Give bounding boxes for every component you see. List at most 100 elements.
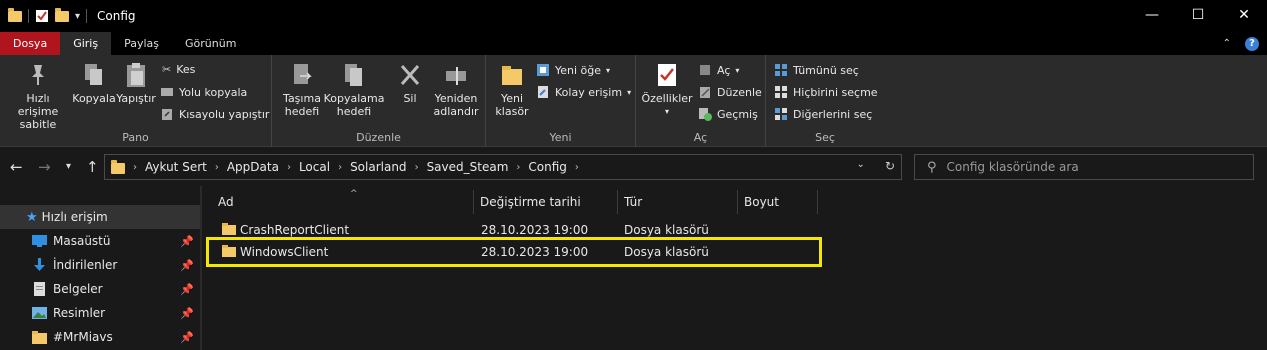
delete-button[interactable]: Sil [392,61,428,105]
search-box[interactable]: ⚲ Config klasöründe ara [914,154,1254,180]
open-button[interactable]: Aç ▾ [698,63,739,77]
new-item-button[interactable]: Yeni öğe ▾ [536,63,610,77]
edit-button[interactable]: Düzenle [698,85,762,99]
breadcrumb-item[interactable]: Config [528,160,567,174]
chevron-right-icon[interactable]: › [516,162,520,173]
copy-path-button[interactable]: Yolu kopyala [160,85,247,99]
recent-locations-button[interactable]: ▾ [66,161,71,172]
open-icon [700,65,710,75]
nav-item-mrmiavs[interactable]: #MrMiavs 📌 [0,325,200,349]
easy-access-icon [538,86,548,98]
nav-item-documents[interactable]: Belgeler 📌 [0,277,200,301]
chevron-right-icon[interactable]: › [287,162,291,173]
nav-item-desktop[interactable]: Masaüstü 📌 [0,229,200,253]
column-header-date[interactable]: Değiştirme tarihi [474,190,618,214]
tab-view[interactable]: Görünüm [172,32,249,55]
chevron-right-icon[interactable]: › [575,162,579,173]
breadcrumb-item[interactable]: Aykut Sert [145,160,207,174]
collapse-ribbon-icon[interactable]: ⌃ [1223,38,1231,49]
group-label-organize: Düzenle [356,131,401,144]
history-icon [699,108,712,121]
pin-icon[interactable]: 📌 [180,259,194,272]
chevron-down-icon: ▾ [664,107,669,116]
pin-quick-access-button[interactable]: Hızlı erişime sabitle [6,61,70,131]
move-to-button[interactable]: Taşıma hedefi [278,61,326,118]
folder-icon [8,7,22,22]
sort-ascending-icon: ^ [350,189,358,199]
properties-icon [658,64,676,86]
paste-shortcut-button[interactable]: Kısayolu yapıştır [160,107,269,121]
folder-icon [32,331,47,344]
breadcrumb-item[interactable]: Solarland [350,160,407,174]
column-header-name[interactable]: ^ Ad [212,189,474,214]
breadcrumb-item[interactable]: Local [299,160,330,174]
address-dropdown-icon[interactable]: ⌄ [857,159,865,173]
breadcrumb-item[interactable]: Saved_Steam [427,160,509,174]
new-item-icon [537,64,549,76]
rename-button[interactable]: Yeniden adlandır [430,61,482,118]
pin-icon[interactable]: 📌 [180,283,194,296]
documents-icon [34,282,45,296]
ribbon-tools: ⌃ ? [1223,32,1259,55]
desktop-icon [32,235,47,247]
help-icon[interactable]: ? [1245,36,1259,51]
maximize-button[interactable]: ☐ [1175,0,1221,30]
copy-button[interactable]: Kopyala [72,61,116,105]
file-type: Dosya klasörü [624,223,709,237]
new-folder-icon [502,66,522,85]
nav-label: Hızlı erişim [41,210,108,224]
invert-selection-button[interactable]: Diğerlerini seç [774,107,872,121]
cut-button[interactable]: ✂ Kes [162,63,195,76]
select-all-button[interactable]: Tümünü seç [774,63,859,77]
edit-label: Düzenle [717,85,762,99]
easy-access-label: Kolay erişim [555,85,623,99]
close-button[interactable]: ✕ [1221,0,1267,30]
folder-icon [222,223,236,235]
nav-label: İndirilenler [53,258,118,272]
new-folder-icon[interactable] [55,7,69,22]
address-bar[interactable]: › Aykut Sert › AppData › Local › Solarla… [104,154,902,180]
select-none-label: Hiçbirini seçme [793,85,878,99]
properties-icon[interactable] [35,9,49,23]
chevron-right-icon[interactable]: › [133,162,137,173]
tab-share[interactable]: Paylaş [111,32,172,55]
pin-icon[interactable]: 📌 [180,235,194,248]
pin-icon[interactable]: 📌 [180,331,194,344]
copy-to-button[interactable]: Kopyalama hedefi [324,61,384,118]
new-folder-button[interactable]: Yeni klasör [492,61,532,118]
customize-toolbar-icon[interactable]: ▾ [75,11,80,22]
history-label: Geçmiş [717,107,758,121]
highlight-annotation [206,237,822,267]
nav-item-downloads[interactable]: İndirilenler 📌 [0,253,200,277]
tab-file[interactable]: Dosya [0,32,61,55]
pin-icon[interactable]: 📌 [180,307,194,320]
column-header-size[interactable]: Boyut [738,190,818,214]
back-button[interactable]: ← [10,158,23,176]
new-item-label: Yeni öğe [555,63,602,77]
history-button[interactable]: Geçmiş [698,107,758,121]
search-input[interactable]: Config klasöründe ara [947,160,1079,174]
select-none-button[interactable]: Hiçbirini seçme [774,85,878,99]
tab-home[interactable]: Giriş [60,32,112,55]
chevron-right-icon[interactable]: › [215,162,219,173]
paste-button[interactable]: Yapıştır [116,61,156,105]
easy-access-button[interactable]: Kolay erişim ▾ [536,85,631,99]
nav-item-quick-access[interactable]: ★ Hızlı erişim [0,205,200,229]
column-header-type[interactable]: Tür [618,190,738,214]
breadcrumb-item[interactable]: AppData [227,160,279,174]
forward-button[interactable]: → [38,158,51,176]
copy-path-icon [161,88,173,96]
star-icon: ★ [26,209,38,225]
properties-label: Özellikler [641,92,693,105]
refresh-icon[interactable]: ↻ [885,159,895,173]
group-label-open: Aç [693,131,708,144]
minimize-button[interactable]: — [1129,0,1175,30]
chevron-right-icon[interactable]: › [338,162,342,173]
file-name: CrashReportClient [240,223,350,237]
nav-item-pictures[interactable]: Resimler 📌 [0,301,200,325]
properties-button[interactable]: Özellikler ▾ [640,61,694,118]
up-button[interactable]: ↑ [86,158,99,176]
group-label-select: Seç [815,131,835,144]
chevron-right-icon[interactable]: › [415,162,419,173]
nav-label: Masaüstü [53,234,111,248]
